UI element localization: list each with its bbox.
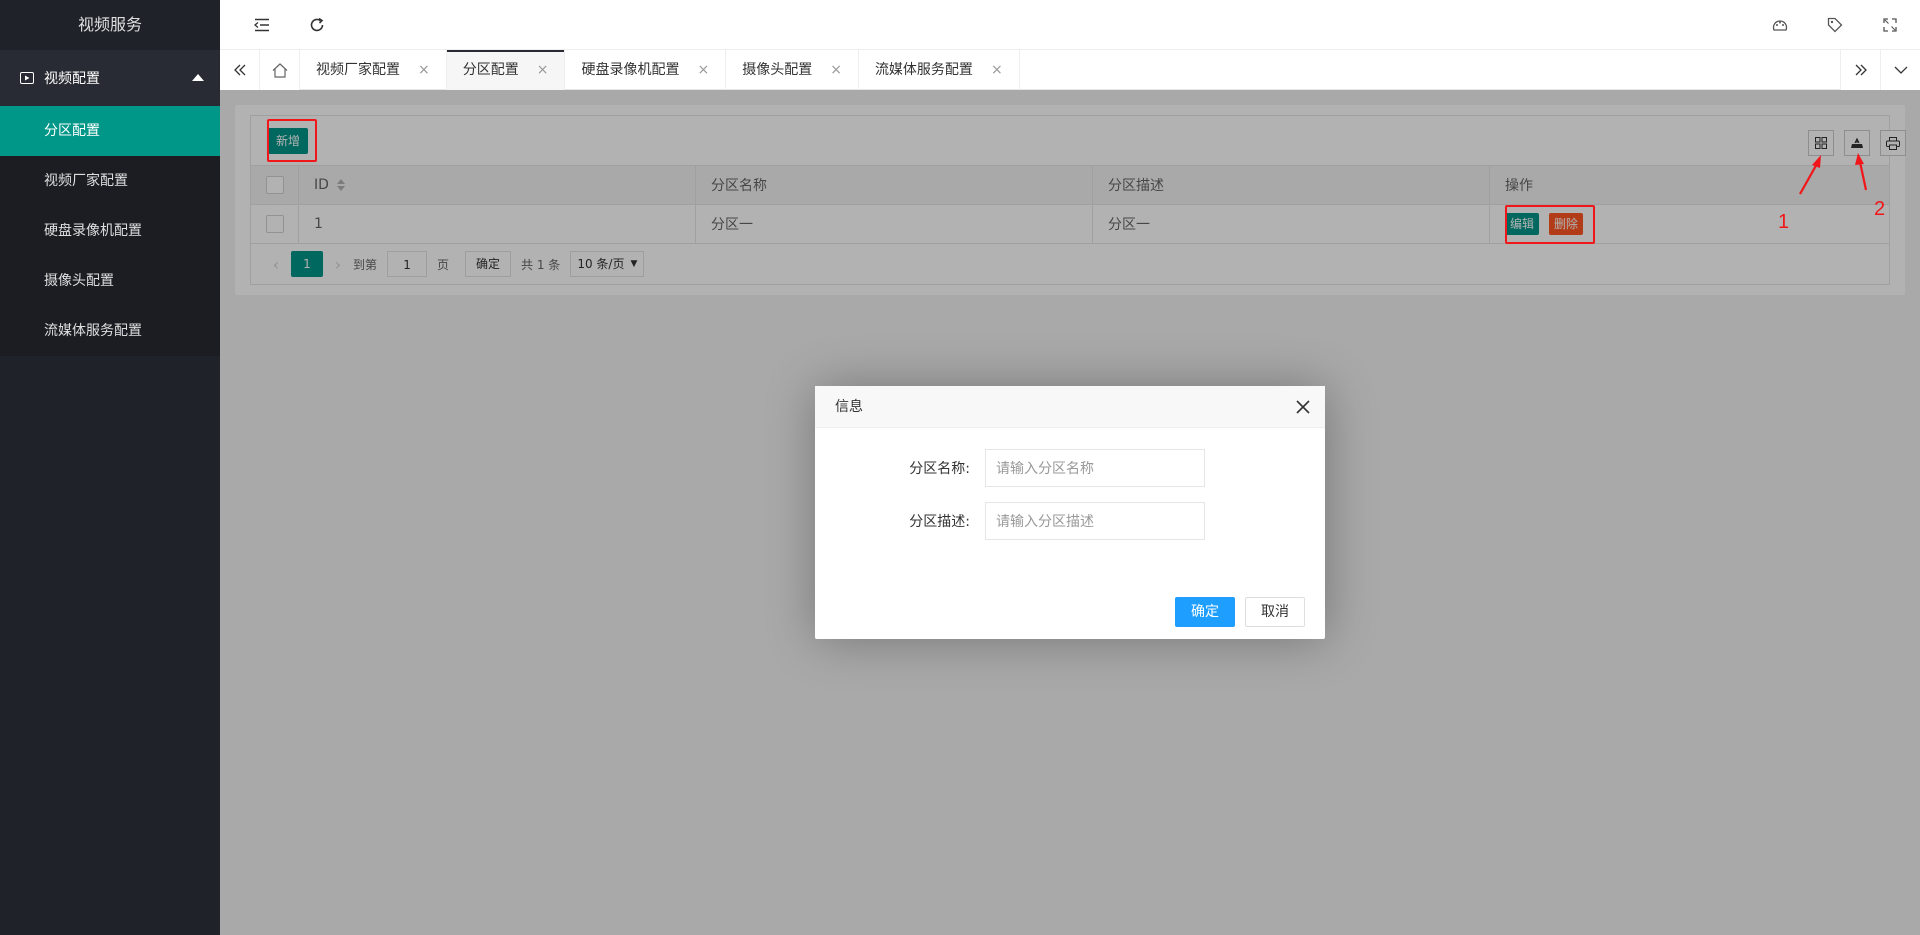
home-icon[interactable] (260, 50, 300, 90)
close-icon[interactable]: × (991, 50, 1003, 90)
tag-icon[interactable] (1823, 13, 1847, 37)
confirm-button[interactable]: 确定 (1175, 597, 1235, 627)
caret-up-icon (192, 74, 204, 81)
sidebar-item-partition[interactable]: 分区配置 (0, 106, 220, 156)
form-row-desc: 分区描述: 请输入分区描述 (815, 502, 1325, 540)
theme-icon[interactable] (1768, 13, 1792, 37)
tab-partition[interactable]: 分区配置 × (446, 50, 566, 90)
sidebar-item-nvr[interactable]: 硬盘录像机配置 (0, 206, 220, 256)
tab-scroll-left-icon[interactable] (220, 50, 260, 90)
annotation-number-2: 2 (1874, 198, 1886, 220)
tab-bar: 视频厂家配置 × 分区配置 × 硬盘录像机配置 × 摄像头配置 × 流媒体服务配… (220, 50, 1920, 90)
tab-stream-server[interactable]: 流媒体服务配置 × (859, 50, 1020, 90)
partition-desc-input[interactable]: 请输入分区描述 (985, 502, 1205, 540)
annotation-box-add (267, 119, 317, 162)
close-icon[interactable]: × (697, 50, 709, 90)
annotation-arrow-1-icon (1799, 155, 1821, 195)
close-icon[interactable]: × (537, 50, 549, 90)
tab-camera[interactable]: 摄像头配置 × (726, 50, 859, 90)
annotation-arrow-2-icon (1855, 153, 1868, 191)
tab-label: 流媒体服务配置 (874, 62, 973, 78)
dialog-title: 信息 (835, 399, 863, 415)
cancel-button[interactable]: 取消 (1245, 597, 1305, 627)
partition-name-input[interactable]: 请输入分区名称 (985, 449, 1205, 487)
sidebar-item-stream-server[interactable]: 流媒体服务配置 (0, 306, 220, 356)
nav-group-toggle[interactable]: 视频配置 (0, 50, 220, 106)
close-icon[interactable]: × (830, 50, 842, 90)
annotation-box-actions (1505, 205, 1595, 244)
close-icon[interactable] (1295, 399, 1311, 415)
chevron-down-icon[interactable] (1880, 50, 1920, 90)
close-icon[interactable]: × (418, 50, 430, 90)
tab-label: 硬盘录像机配置 (581, 62, 680, 78)
info-dialog: 信息 分区名称: 请输入分区名称 分区描述: 请输入分区描述 确定 取消 (815, 386, 1325, 639)
tab-label: 摄像头配置 (742, 62, 813, 78)
field-label-name: 分区名称: (909, 461, 970, 477)
nav-group-label: 视频配置 (44, 71, 100, 87)
tab-list: 视频厂家配置 × 分区配置 × 硬盘录像机配置 × 摄像头配置 × 流媒体服务配… (300, 50, 1020, 90)
refresh-icon[interactable] (305, 13, 329, 37)
tab-nvr[interactable]: 硬盘录像机配置 × (565, 50, 727, 90)
tab-vendor[interactable]: 视频厂家配置 × (300, 50, 447, 90)
tab-scroll-right-icon[interactable] (1840, 50, 1880, 90)
nav-group-video-config: 视频配置 分区配置 视频厂家配置 硬盘录像机配置 摄像头配置 流媒体服务配置 (0, 50, 220, 356)
sidebar-item-camera[interactable]: 摄像头配置 (0, 256, 220, 306)
video-icon (20, 72, 34, 84)
annotation-number-1: 1 (1778, 211, 1790, 233)
form-row-name: 分区名称: 请输入分区名称 (815, 449, 1325, 487)
sidebar-item-vendor[interactable]: 视频厂家配置 (0, 156, 220, 206)
top-header (220, 0, 1920, 50)
tab-label: 视频厂家配置 (316, 62, 400, 78)
dialog-header: 信息 (815, 386, 1325, 428)
menu-fold-icon[interactable] (250, 13, 274, 37)
app-title: 视频服务 (0, 0, 220, 50)
tab-label: 分区配置 (462, 62, 519, 78)
field-label-desc: 分区描述: (909, 514, 970, 530)
nav-sub-list: 分区配置 视频厂家配置 硬盘录像机配置 摄像头配置 流媒体服务配置 (0, 106, 220, 356)
fullscreen-icon[interactable] (1878, 13, 1902, 37)
sidebar: 视频服务 视频配置 分区配置 视频厂家配置 硬盘录像机配置 摄像头配置 流媒体服… (0, 0, 220, 935)
